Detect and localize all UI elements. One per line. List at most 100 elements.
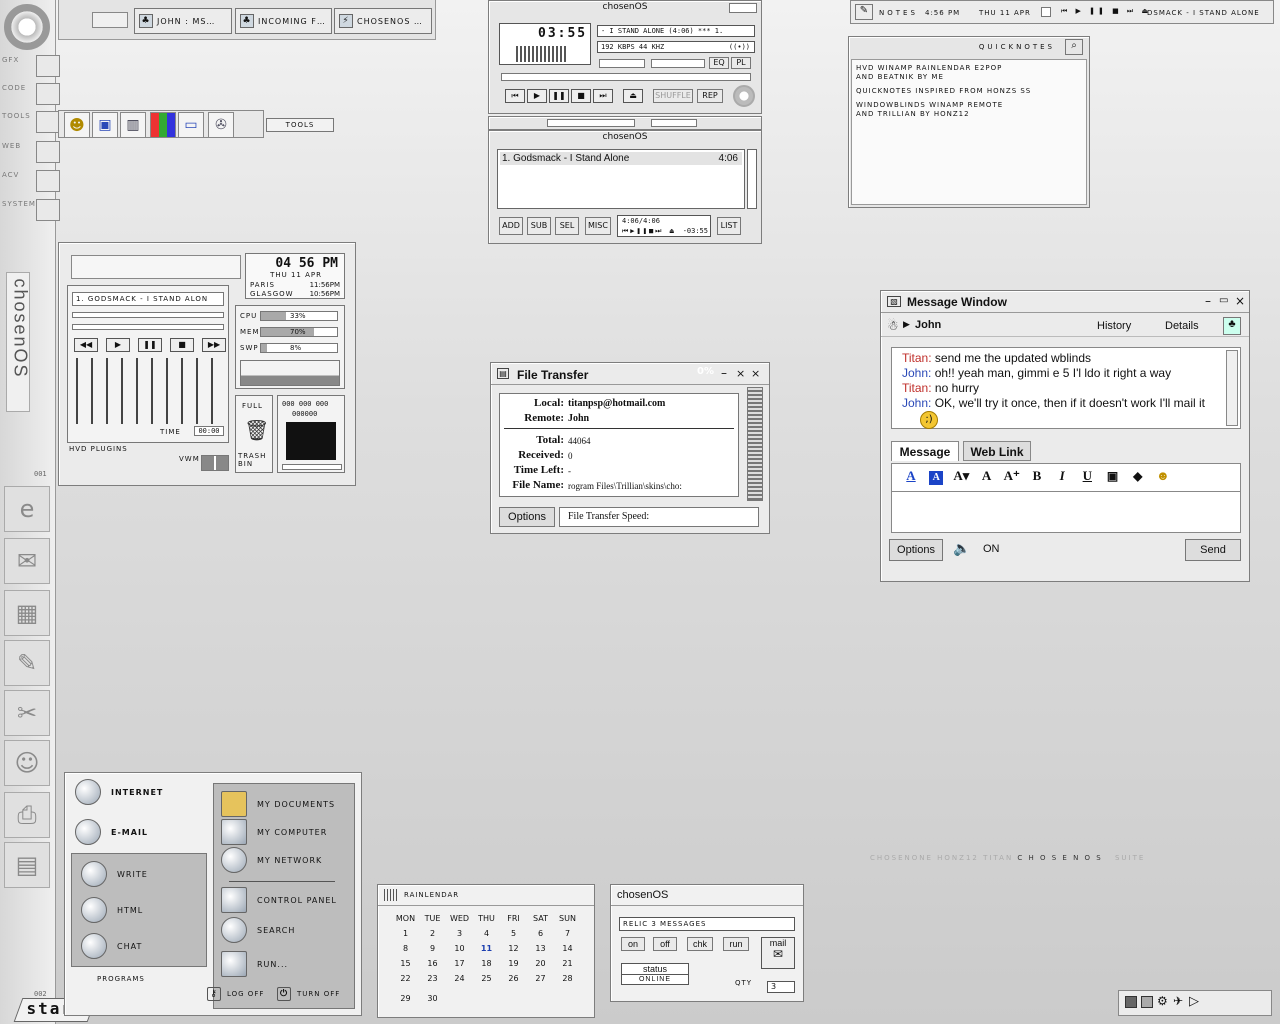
rail-user-button[interactable]: ☺: [4, 740, 50, 786]
eq-slider-1[interactable]: [547, 119, 635, 127]
menu-run[interactable]: RUN...: [221, 951, 288, 977]
restore-icon[interactable]: ▭: [1219, 295, 1228, 306]
calendar-day[interactable]: 5: [500, 926, 527, 941]
calendar-day[interactable]: 29: [392, 991, 419, 1006]
playlist-sub-button[interactable]: SUB: [527, 217, 551, 235]
message-options-button[interactable]: Options: [889, 539, 943, 561]
tool-monitor-icon[interactable]: ▭: [178, 112, 204, 138]
quicknotes-search-icon[interactable]: ⌕: [1065, 39, 1083, 55]
calendar-day[interactable]: 30: [419, 991, 446, 1006]
winamp-eq-bar[interactable]: [488, 116, 762, 130]
calendar-day[interactable]: 4: [473, 926, 500, 941]
minimize-icon[interactable]: –: [721, 366, 727, 380]
maximize-icon[interactable]: ×: [736, 367, 745, 380]
eq-slider-2[interactable]: [651, 119, 697, 127]
calendar-day[interactable]: 14: [554, 941, 581, 956]
font-face-icon[interactable]: A▾: [950, 466, 972, 486]
next-button[interactable]: ⏭: [593, 89, 613, 103]
task-chosenos[interactable]: ⚡ CHOSENOS …: [334, 8, 432, 34]
playlist-item[interactable]: 1. Godsmack - I Stand Alone 4:06: [500, 152, 742, 165]
rail-tab-code[interactable]: [36, 83, 60, 105]
tool-colors-icon[interactable]: [150, 112, 176, 138]
menu-search[interactable]: SEARCH: [221, 917, 295, 943]
counter-slider[interactable]: [282, 464, 342, 470]
calendar-day[interactable]: 26: [500, 971, 527, 986]
quicknotes-body[interactable]: HVD WINAMP RAINLENDAR E2POP AND BEATNIK …: [851, 59, 1087, 205]
mini-player-controls[interactable]: ⏮ ▶ ❚❚ ■ ⏭ ⏏: [1061, 7, 1151, 16]
message-tab-message[interactable]: Message: [891, 441, 959, 461]
rail-tab-acv[interactable]: [36, 170, 60, 192]
details-link[interactable]: Details: [1165, 320, 1199, 332]
rail-tools-button[interactable]: ✂: [4, 690, 50, 736]
italic-icon[interactable]: I: [1051, 466, 1073, 486]
task-incoming-file[interactable]: ♣ INCOMING F…: [235, 8, 332, 34]
vwm-desktops[interactable]: [201, 455, 229, 471]
winamp-window-buttons[interactable]: [729, 3, 757, 13]
pause-button[interactable]: ❚❚: [549, 89, 569, 103]
rail-ie-button[interactable]: e: [4, 486, 50, 532]
calendar-day[interactable]: 16: [419, 956, 446, 971]
calendar-day[interactable]: 27: [527, 971, 554, 986]
tool-cpu-icon[interactable]: ✇: [208, 112, 234, 138]
menu-html[interactable]: HTML: [81, 897, 143, 923]
rail-docs-button[interactable]: ▤: [4, 842, 50, 888]
calendar-day[interactable]: 19: [500, 956, 527, 971]
calendar-day[interactable]: 1: [392, 926, 419, 941]
file-transfer-titlebar[interactable]: ▤ File Transfer 0% – × ×: [491, 363, 769, 385]
rail-tab-tools[interactable]: [36, 111, 60, 133]
winamp-seek-bar[interactable]: [501, 73, 751, 81]
message-titlebar[interactable]: ▧ Message Window – ▭ ×: [881, 291, 1249, 313]
eraser-icon[interactable]: ◆: [1127, 466, 1149, 486]
menu-internet[interactable]: INTERNET: [75, 779, 163, 805]
calendar-day[interactable]: 23: [419, 971, 446, 986]
emoticon-icon[interactable]: ☻: [1152, 466, 1174, 486]
relic-run-button[interactable]: run: [723, 937, 749, 951]
close-icon[interactable]: ×: [751, 367, 760, 380]
task-john-msn[interactable]: ♣ JOHN : MS…: [134, 8, 232, 34]
contact-status-icon[interactable]: ☃: [887, 318, 899, 334]
message-history[interactable]: Titan: send me the updated wblinds John:…: [891, 347, 1241, 429]
tools-tab[interactable]: TOOLS: [266, 118, 334, 132]
playlist-sel-button[interactable]: SEL: [555, 217, 579, 235]
speaker-icon[interactable]: 🔈: [953, 541, 970, 557]
playlist-list[interactable]: 1. Godsmack - I Stand Alone 4:06: [497, 149, 745, 209]
menu-turn-off[interactable]: ⏻ TURN OFF: [277, 987, 340, 1001]
eject-button[interactable]: ⏏: [623, 89, 643, 103]
message-input[interactable]: [891, 491, 1241, 533]
hvd-pause-button[interactable]: ❚❚: [138, 338, 162, 352]
menu-my-computer[interactable]: MY COMPUTER: [221, 819, 327, 845]
rail-tab-gfx[interactable]: [36, 55, 60, 77]
hvd-equalizer[interactable]: [76, 358, 224, 424]
rail-print-button[interactable]: ⎙: [4, 792, 50, 838]
trash-icon[interactable]: 🗑: [244, 418, 269, 442]
notes-icon[interactable]: ✎: [855, 4, 873, 20]
calendar-day[interactable]: 2: [419, 926, 446, 941]
hvd-plugins-link[interactable]: HVD PLUGINS: [69, 445, 128, 453]
tray-trillian-icon[interactable]: ✈: [1173, 994, 1183, 1008]
menu-chat[interactable]: CHAT: [81, 933, 142, 959]
pl-toggle[interactable]: PL: [731, 57, 751, 69]
calendar-day[interactable]: 28: [554, 971, 581, 986]
rail-tab-web[interactable]: [36, 141, 60, 163]
menu-email[interactable]: E-MAIL: [75, 819, 148, 845]
calendar-day[interactable]: 22: [392, 971, 419, 986]
hvd-volume-bar[interactable]: [72, 324, 224, 330]
calendar-day[interactable]: 6: [527, 926, 554, 941]
prev-button[interactable]: ⏮: [505, 89, 525, 103]
stop-button[interactable]: ■: [571, 89, 591, 103]
minimize-icon[interactable]: –: [1205, 294, 1211, 308]
menu-my-documents[interactable]: MY DOCUMENTS: [221, 791, 335, 817]
eq-toggle[interactable]: EQ: [709, 57, 729, 69]
rail-write-button[interactable]: ✎: [4, 640, 50, 686]
hvd-seek-bar[interactable]: [72, 312, 224, 318]
history-scrollbar[interactable]: [1226, 350, 1238, 426]
send-button[interactable]: Send: [1185, 539, 1241, 561]
calendar-day[interactable]: 25: [473, 971, 500, 986]
rail-media-button[interactable]: ▦: [4, 590, 50, 636]
play-button[interactable]: ▶: [527, 89, 547, 103]
relic-mail-button[interactable]: mail ✉: [761, 937, 795, 969]
calendar-day[interactable]: 13: [527, 941, 554, 956]
repeat-button[interactable]: REP: [697, 89, 723, 103]
tray-app-icon[interactable]: [1141, 996, 1153, 1008]
relic-chk-button[interactable]: chk: [687, 937, 713, 951]
